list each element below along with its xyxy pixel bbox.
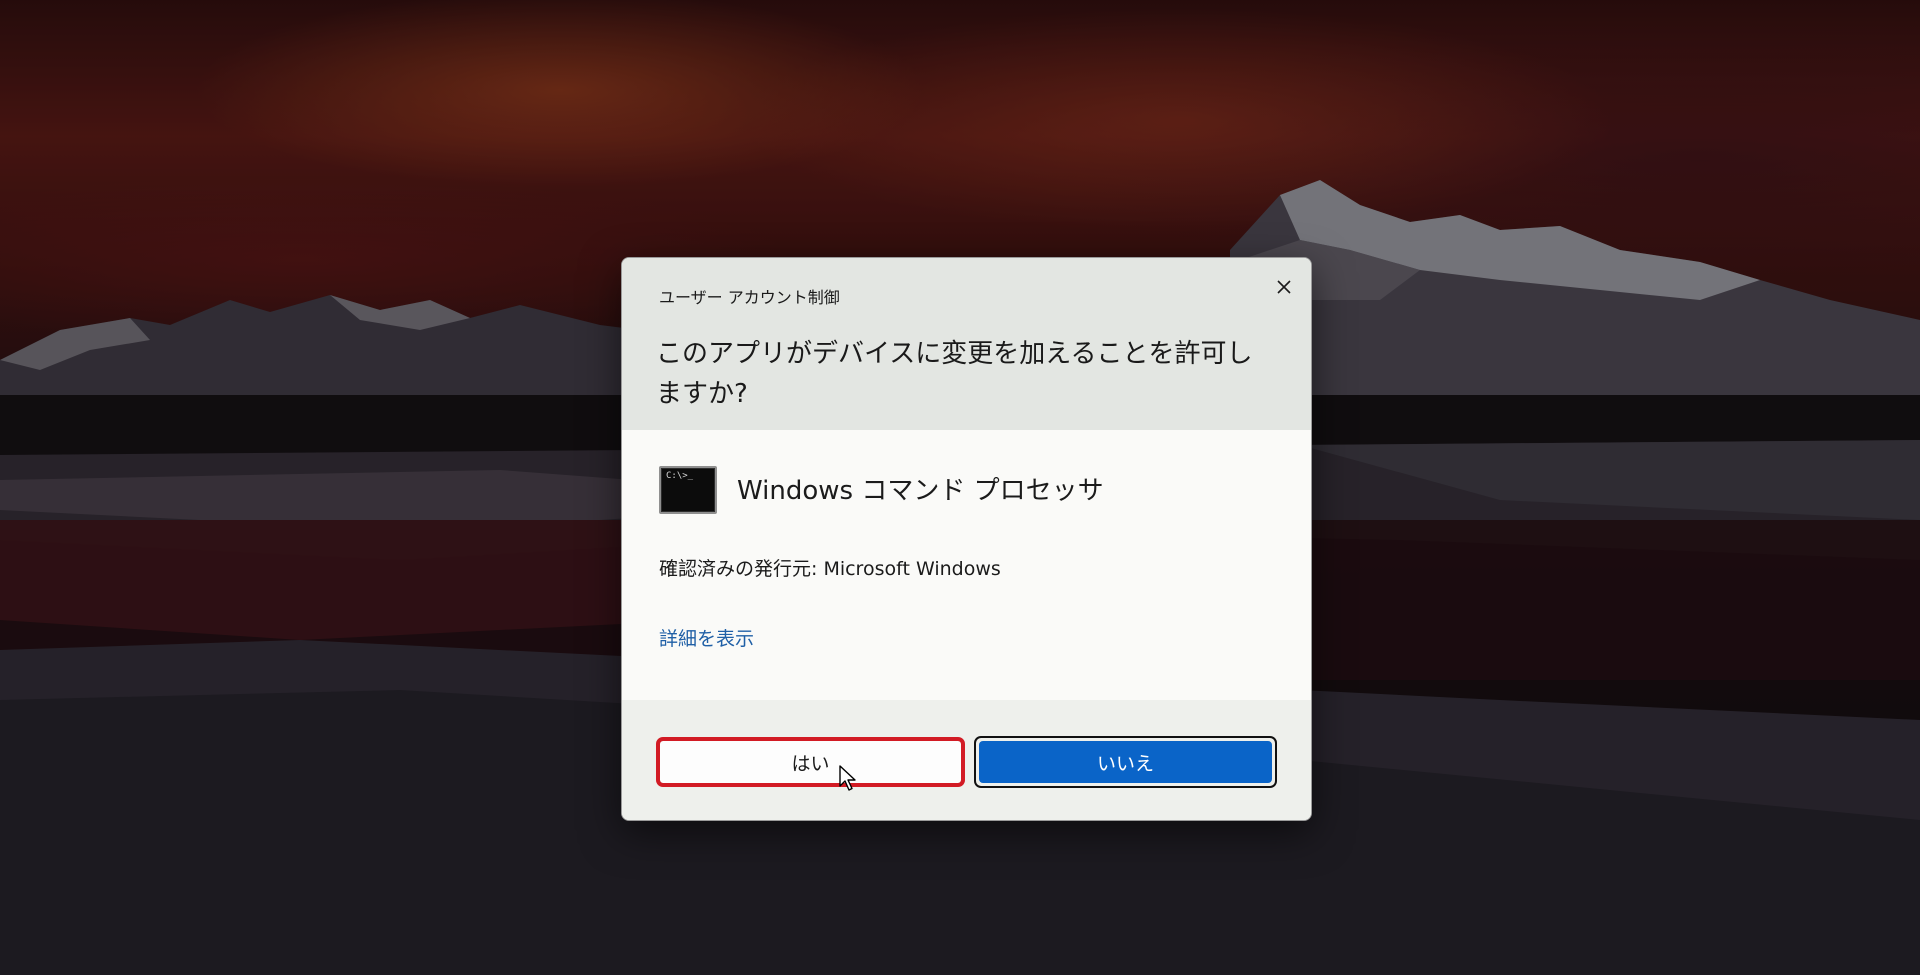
close-icon — [1277, 280, 1291, 294]
publisher-info: 確認済みの発行元: Microsoft Windows — [659, 558, 1001, 580]
dialog-header: ユーザー アカウント制御 このアプリがデバイスに変更を加えることを許可しますか? — [622, 258, 1311, 430]
close-button[interactable] — [1269, 272, 1299, 302]
command-prompt-icon: C:\>_ — [659, 466, 717, 514]
show-details-link[interactable]: 詳細を表示 — [659, 624, 754, 651]
command-prompt-glyph: C:\>_ — [666, 471, 694, 481]
uac-dialog: ユーザー アカウント制御 このアプリがデバイスに変更を加えることを許可しますか?… — [621, 257, 1312, 821]
dialog-footer: はい いいえ — [622, 700, 1311, 820]
dialog-body: C:\>_ Windows コマンド プロセッサ 確認済みの発行元: Micro… — [622, 430, 1311, 700]
dialog-question: このアプリがデバイスに変更を加えることを許可しますか? — [656, 339, 1253, 409]
app-name: Windows コマンド プロセッサ — [737, 476, 1104, 506]
mouse-pointer-icon — [839, 765, 856, 791]
no-button[interactable]: いいえ — [979, 741, 1272, 783]
dialog-caption: ユーザー アカウント制御 — [659, 288, 840, 307]
yes-button[interactable]: はい — [656, 737, 965, 787]
